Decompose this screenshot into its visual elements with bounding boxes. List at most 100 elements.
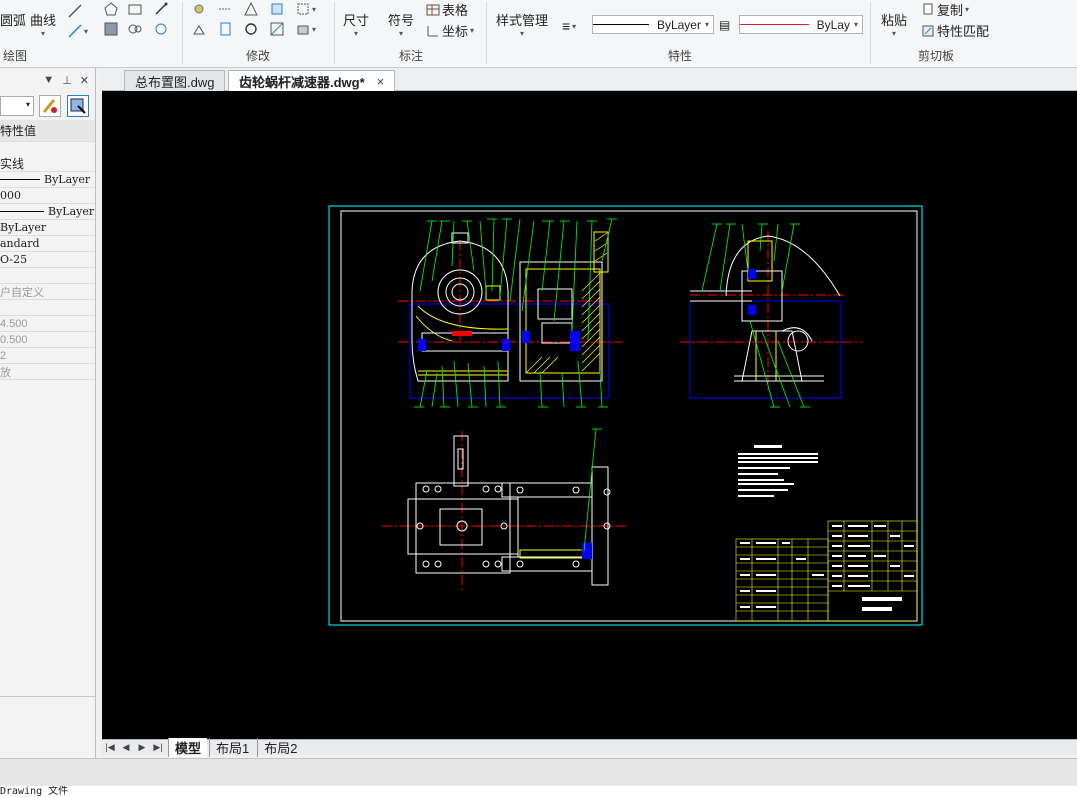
tab-layout-drawing[interactable]: 总布置图.dwg	[124, 70, 226, 91]
prop-row-scale[interactable]: 000	[0, 188, 95, 204]
command-line[interactable]	[0, 758, 1077, 786]
tab-reducer-drawing[interactable]: 齿轮蜗杆减速器.dwg* ×	[228, 70, 396, 91]
technical-notes	[738, 445, 818, 497]
prop-row-textstyle[interactable]: andard	[0, 236, 95, 252]
chevron-down-icon: ▾	[853, 20, 858, 29]
trim-tool-icon[interactable]: ▾	[296, 2, 316, 16]
symbol-button[interactable]: 符号 ▾	[388, 10, 414, 38]
coordinate-label: 坐标	[442, 24, 469, 39]
pin-icon[interactable]: ⊥	[62, 74, 72, 87]
close-icon[interactable]: ✕	[80, 74, 89, 87]
line-sample	[0, 179, 40, 180]
ribbon: 圆弧 曲线 ▾ ▾ 绘图 ▾ ▾ 修改 尺寸 ▾ 符号 ▾ 表格 坐标 ▾ 标注 样式管…	[0, 0, 1077, 68]
object-type-dropdown[interactable]: ▾	[0, 96, 34, 116]
array-tool-icon[interactable]	[244, 2, 258, 16]
tab-layout1[interactable]: 布局1	[209, 738, 255, 757]
separator	[870, 2, 871, 64]
tab-model[interactable]: 模型	[168, 738, 208, 757]
quick-select-icon[interactable]	[39, 95, 61, 117]
properties-rows: 实线 ByLayer 000 ByLayer ByLayer andard O-…	[0, 156, 95, 380]
paste-label: 粘贴	[881, 13, 908, 28]
move-tool-icon[interactable]	[192, 2, 206, 16]
prop-row-height[interactable]: 2	[0, 348, 95, 364]
cad-drawing	[328, 205, 923, 626]
tab-label: 总布置图.dwg	[135, 74, 215, 90]
layout-tab-bar: |◀ ◀ ▶ ▶| 模型 布局1 布局2	[102, 738, 1077, 757]
chevron-down-icon: ▾	[354, 29, 359, 38]
linestyle-icon[interactable]: ▤	[719, 18, 730, 32]
match-props-button[interactable]: 特性匹配	[921, 21, 989, 40]
prop-row-blank	[0, 300, 95, 316]
point-tool-icon[interactable]	[154, 2, 168, 16]
paste-button[interactable]: 粘贴 ▾	[881, 10, 907, 38]
document-tabs: 总布置图.dwg 齿轮蜗杆减速器.dwg* ×	[102, 68, 1077, 91]
hatch-tool-icon[interactable]	[104, 22, 118, 36]
prop-row-linetype-value[interactable]: ByLayer	[0, 172, 95, 188]
linetype-dropdown[interactable]: ByLayer ▾	[592, 15, 714, 34]
properties-header-col: 特性值	[0, 120, 95, 142]
rotate-tool-icon[interactable]	[244, 22, 258, 36]
palette-toolbar: ▾	[0, 92, 95, 120]
arc-button[interactable]: 圆弧	[0, 10, 26, 29]
scale-tool-icon[interactable]	[270, 22, 284, 36]
prop-row-center-y[interactable]: 0.500	[0, 332, 95, 348]
prop-row-ucs[interactable]: 户自定义	[0, 284, 95, 300]
prop-row-center-x[interactable]: 4.500	[0, 316, 95, 332]
chevron-down-icon: ▾	[520, 29, 525, 38]
region-tool-icon[interactable]	[128, 22, 142, 36]
last-tab-icon[interactable]: ▶|	[150, 742, 166, 753]
sheet-border	[328, 205, 923, 626]
status-text: Drawing 文件	[0, 786, 1077, 798]
copy-icon	[923, 3, 933, 14]
copy-label: 复制	[937, 3, 964, 18]
prop-row-linetype[interactable]: 实线	[0, 156, 95, 172]
copy-button[interactable]: 复制 ▾	[921, 0, 969, 19]
mirror-tool-icon[interactable]	[218, 2, 232, 16]
color-dropdown[interactable]: ByLay ▾	[739, 15, 863, 34]
prev-tab-icon[interactable]: ◀	[118, 742, 134, 753]
copy-object-icon[interactable]	[218, 22, 232, 36]
tab-layout2[interactable]: 布局2	[257, 738, 303, 757]
coordinate-icon	[427, 25, 438, 36]
separator	[334, 2, 335, 64]
lineweight-icon[interactable]: ≡ ▾	[562, 18, 576, 34]
side-view	[680, 223, 862, 408]
offset-tool-icon[interactable]	[270, 2, 284, 16]
color-value: ByLay	[816, 17, 850, 32]
style-manage-button[interactable]: 样式管理 ▾	[496, 10, 548, 38]
drawing-canvas[interactable]	[102, 91, 1077, 739]
rectangle-tool-icon[interactable]	[128, 2, 142, 16]
draw-panel-label: 绘图	[2, 49, 27, 63]
tab-label: 齿轮蜗杆减速器.dwg*	[239, 74, 365, 90]
front-section-view	[398, 218, 622, 408]
wipeout-tool-icon[interactable]	[154, 22, 168, 36]
prop-row-zoom[interactable]: 放	[0, 364, 95, 380]
palette-menu-icon[interactable]: ▼	[43, 74, 54, 86]
prop-row-lineweight[interactable]: ByLayer	[0, 204, 95, 220]
style-manage-label: 样式管理	[496, 13, 549, 28]
explode-tool-icon[interactable]: ▾	[296, 22, 316, 36]
coordinate-button[interactable]: 坐标 ▾	[426, 21, 474, 40]
match-props-icon	[922, 25, 934, 36]
xline-tool-icon[interactable]: ▾	[68, 24, 88, 38]
select-objects-icon[interactable]	[67, 95, 89, 117]
stretch-tool-icon[interactable]	[192, 22, 206, 36]
prop-value: ByLayer	[44, 173, 91, 186]
dimension-button[interactable]: 尺寸 ▾	[343, 10, 369, 38]
tab-close-icon[interactable]: ×	[377, 74, 385, 89]
table-button[interactable]: 表格	[426, 0, 468, 19]
curve-button[interactable]: 曲线 ▾	[30, 10, 56, 38]
chevron-down-icon: ▾	[399, 29, 404, 38]
line-tool-icon[interactable]	[68, 4, 82, 18]
prop-row-plotstyle[interactable]: ByLayer	[0, 220, 95, 236]
linetype-value: ByLayer	[656, 17, 701, 32]
chevron-down-icon: ▾	[41, 29, 46, 38]
polygon-tool-icon[interactable]	[104, 2, 118, 16]
prop-row-dimstyle[interactable]: O-25	[0, 252, 95, 268]
next-tab-icon[interactable]: ▶	[134, 742, 150, 753]
first-tab-icon[interactable]: |◀	[102, 742, 118, 753]
curve-label: 曲线	[30, 13, 57, 28]
prop-row-blank	[0, 268, 95, 284]
palette-header: ▼ ⊥ ✕	[0, 68, 95, 92]
